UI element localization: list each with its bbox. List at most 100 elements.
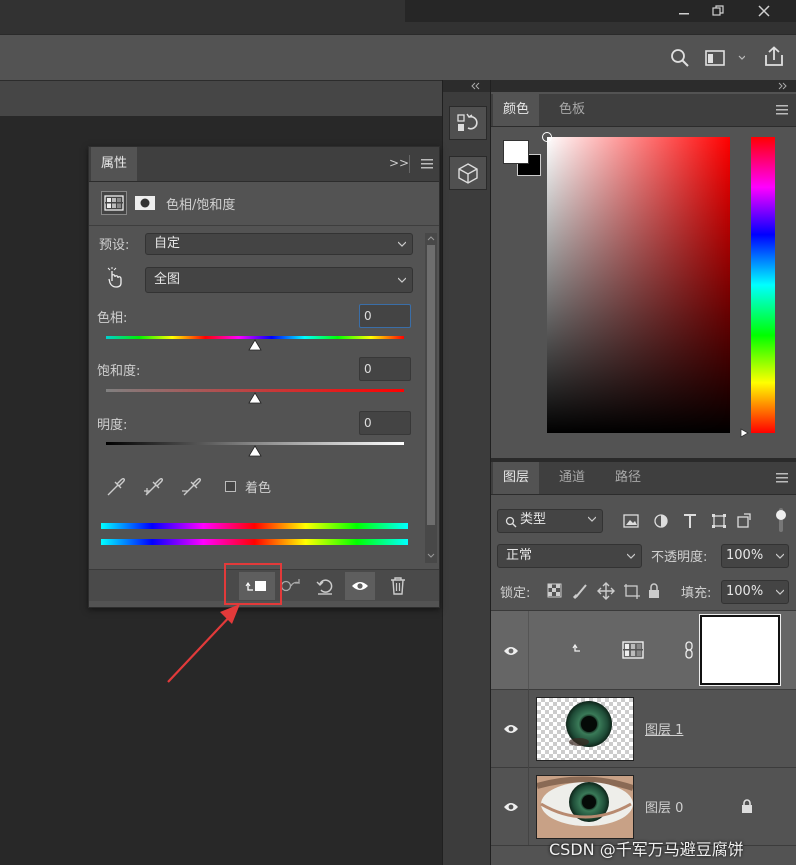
layer-name[interactable]: 图层 1 [645,719,683,738]
toggle-visibility-button[interactable] [345,572,375,600]
tab-paths[interactable]: 路径 [605,462,651,494]
panel-menu-icon[interactable] [421,159,433,169]
preset-select[interactable]: 自定 [145,233,413,255]
lock-icon [742,799,752,813]
panel-menu-icon[interactable] [776,473,788,483]
visibility-eye-icon[interactable] [503,801,519,813]
fill-input[interactable]: 100% [721,580,789,604]
foreground-color-swatch[interactable] [503,140,529,164]
layer-thumbnail[interactable] [536,775,634,839]
restore-button[interactable] [702,0,734,22]
3d-panel-button[interactable] [449,156,487,190]
lightness-slider-thumb[interactable] [248,445,262,457]
layer-row-layer-0[interactable]: 图层 0 [491,767,796,846]
color-picker-cursor[interactable] [542,132,552,142]
targeted-adjustment-hand-icon[interactable] [106,267,124,289]
lightness-input[interactable]: 0 [359,411,411,435]
share-icon [765,46,783,66]
view-previous-state-icon[interactable] [280,576,302,596]
options-bar [0,34,796,80]
fg-bg-swatch[interactable] [503,140,543,178]
history-panel-button[interactable] [449,106,487,140]
pixel-filter-icon [623,514,639,528]
hue-slider[interactable] [751,137,775,433]
trash-icon[interactable] [389,576,407,596]
hue-slider-thumb[interactable] [248,339,262,351]
layer-thumbnail[interactable] [536,697,634,761]
scroll-down-icon[interactable] [425,551,437,561]
watermark-text: CSDN @千军万马避豆腐饼 [549,840,744,859]
colorize-checkbox[interactable] [225,481,236,492]
lock-transparent-icon [547,583,562,598]
hue-input[interactable]: 0 [359,304,411,328]
adjustment-filter-icon [654,514,668,528]
tab-layers[interactable]: 图层 [493,462,540,494]
visibility-eye-icon [352,582,368,590]
saturation-input[interactable]: 0 [359,357,411,381]
history-icon [457,113,478,131]
search-button[interactable] [670,48,690,68]
layer-row-layer-1[interactable]: 图层 1 [491,689,796,768]
opacity-input[interactable]: 100% [721,544,789,568]
minimize-button[interactable] [668,0,700,22]
layer-mask-thumbnail[interactable] [700,615,780,685]
result-spectrum-bar [101,539,408,545]
lock-label: 锁定: [500,586,531,601]
blend-mode-select[interactable]: 正常 [497,544,642,568]
lock-brush-icon [572,584,587,600]
collapsed-panel-dock [442,80,491,865]
workspace-button[interactable] [705,49,745,67]
cube-icon [458,163,478,184]
chevron-down-icon [588,516,596,522]
opacity-value: 100% [726,548,764,563]
fill-label: 填充: [681,586,712,601]
tab-channels[interactable]: 通道 [549,462,595,494]
color-panel-header: 颜色 色板 [491,94,796,127]
preset-value: 自定 [154,236,181,251]
lock-artboard-icon [624,584,640,599]
dock-collapse-bar[interactable] [443,80,490,92]
right-panel-column: 颜色 色板 图层 通道 路径 类型 正常 不透明度: 100% 锁定: 填充: … [491,80,796,865]
share-button[interactable] [763,46,785,68]
hue-slider-thumb[interactable] [740,428,750,438]
close-button[interactable] [748,0,780,22]
reset-icon[interactable] [315,576,335,596]
tab-swatches[interactable]: 色板 [549,94,595,126]
source-spectrum-bar [101,523,408,529]
chevron-down-icon [776,553,784,559]
eyedropper-icon [107,477,126,496]
layer-filter-icons [623,513,751,528]
visibility-eye-icon[interactable] [503,723,519,735]
right-collapse-bar[interactable] [491,80,796,92]
properties-scrollbar[interactable] [425,233,437,563]
tab-properties[interactable]: 属性 [91,147,138,181]
mask-icon [135,196,155,210]
adjustment-type-button[interactable] [101,191,127,215]
visibility-eye-icon[interactable] [503,645,519,657]
chevron-down-icon [398,241,406,247]
collapse-panel-button[interactable]: >> [389,156,409,170]
color-field[interactable] [542,132,730,433]
mask-button[interactable] [133,193,159,215]
hue-saturation-icon [104,195,124,211]
filter-toggle[interactable] [775,508,787,532]
eye-iris-image [566,701,612,747]
layer-filter-select[interactable]: 类型 [497,509,603,533]
clipping-arrow-icon [572,643,580,652]
hue-saturation-layer-icon [622,641,644,659]
chevron-down-icon [776,589,784,595]
title-bar [0,0,796,34]
scrollbar-thumb[interactable] [427,245,435,525]
search-icon [505,516,517,528]
tab-color[interactable]: 颜色 [493,94,540,126]
saturation-slider-thumb[interactable] [248,392,262,404]
range-select[interactable]: 全图 [145,267,413,293]
chevron-down-icon [627,553,635,559]
eyedropper-add-icon [144,477,164,496]
layer-row-hue-saturation[interactable] [491,611,796,690]
properties-panel: 属性 >> 色相/饱和度 预设: 自定 全图 色相: 0 饱和度: 0 明度: … [88,146,440,608]
panel-menu-icon[interactable] [776,105,788,115]
scroll-up-icon[interactable] [425,233,437,243]
lightness-label: 明度: [97,418,128,433]
layer-name[interactable]: 图层 0 [645,797,683,816]
